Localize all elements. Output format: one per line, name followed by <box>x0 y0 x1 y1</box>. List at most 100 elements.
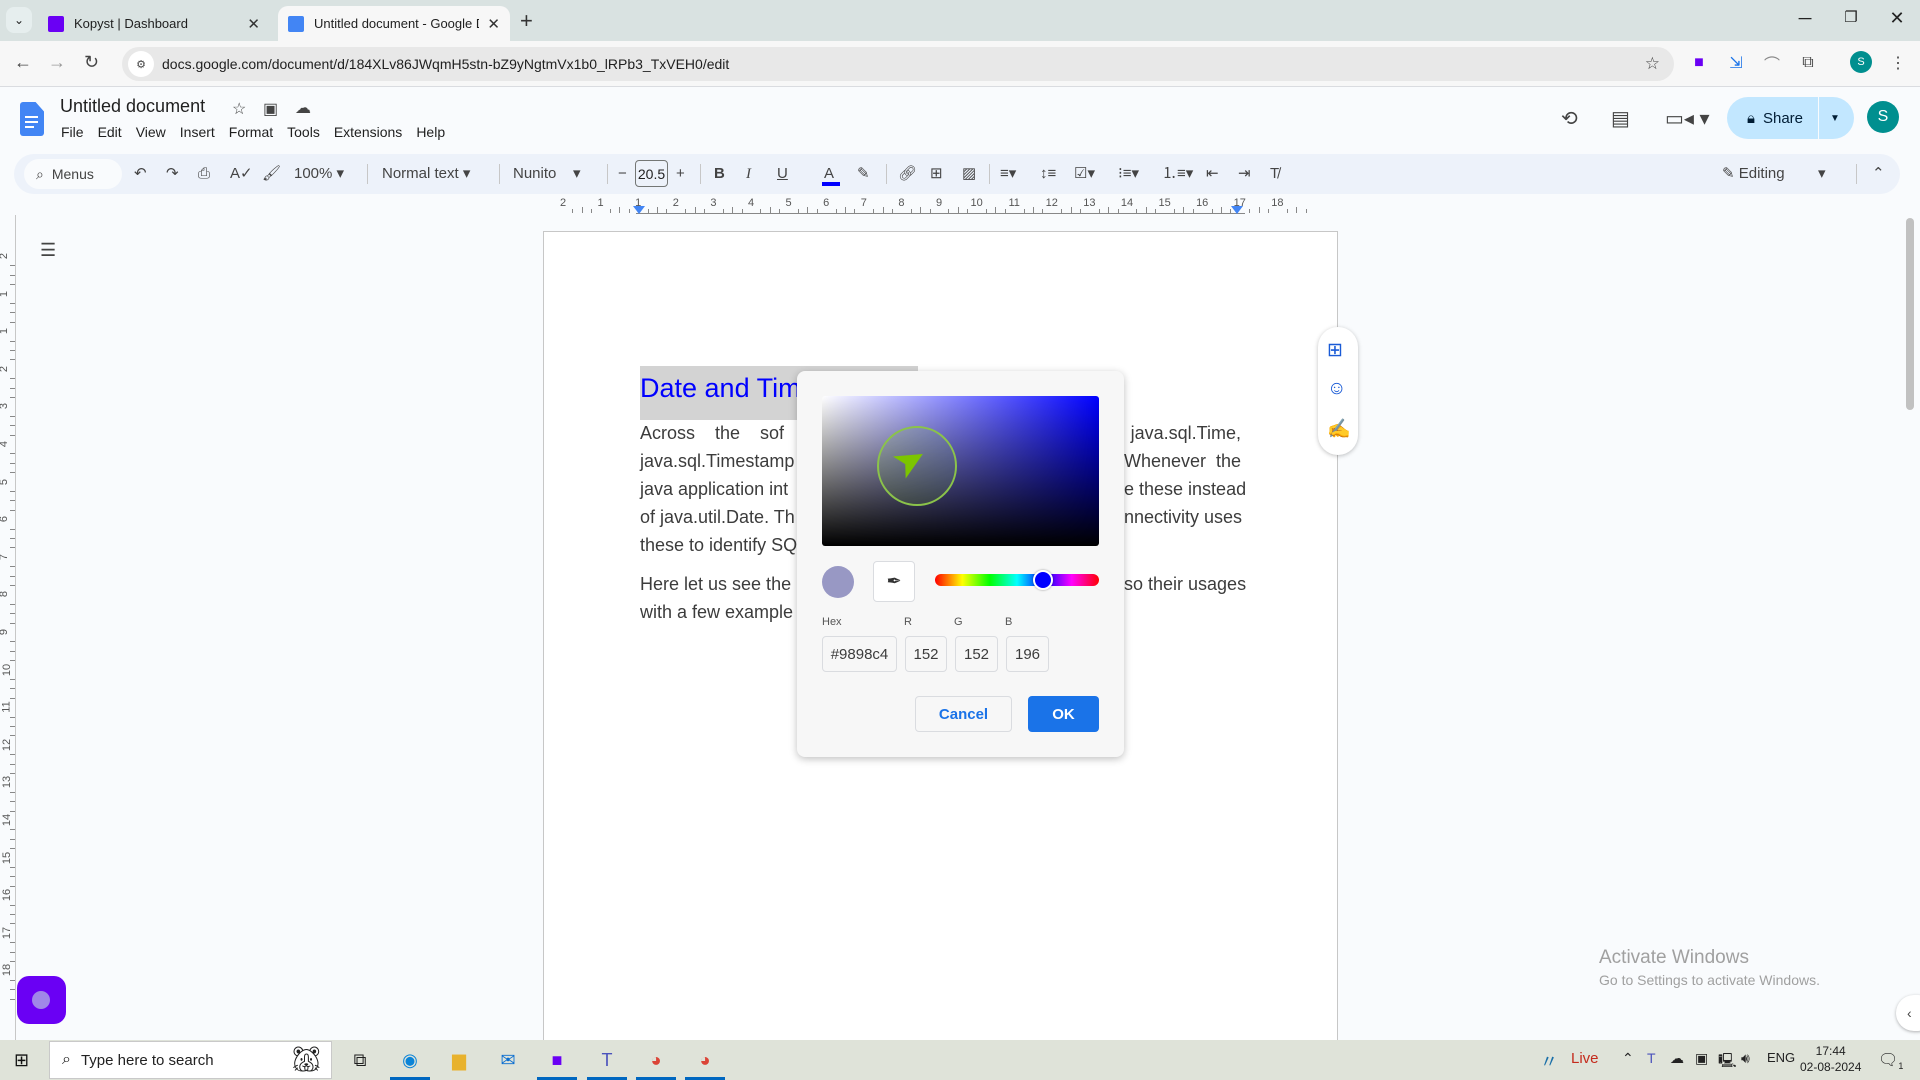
kopyst-taskbar-icon[interactable]: ■ <box>537 1046 577 1080</box>
saturation-value-picker[interactable]: ➤ <box>822 396 1099 546</box>
share-button[interactable]: 🔒︎ Share ▼ <box>1727 97 1854 139</box>
forward-icon[interactable]: → <box>48 52 66 73</box>
teams-tray-icon[interactable]: T <box>1647 1050 1656 1066</box>
edge-icon[interactable]: ◉ <box>390 1046 430 1080</box>
close-tab-icon[interactable]: ✕ <box>487 15 500 33</box>
tab-kopyst[interactable]: Kopyst | Dashboard ✕ <box>38 6 270 41</box>
hue-slider-thumb[interactable] <box>1033 570 1054 590</box>
reader-extension-icon[interactable]: ⇲ <box>1724 51 1748 75</box>
font-select[interactable]: Nunito ▾ <box>513 164 603 184</box>
mail-icon[interactable]: ✉ <box>494 1046 522 1074</box>
minimize-button[interactable]: ─ <box>1785 8 1825 29</box>
right-indent-marker[interactable] <box>1231 206 1243 214</box>
maximize-button[interactable]: ❐ <box>1831 8 1871 26</box>
weather-icon[interactable]: 〃 <box>1540 1048 1558 1074</box>
increase-font-size-icon[interactable]: + <box>676 164 685 184</box>
site-info-icon[interactable]: ⚙ <box>128 51 154 77</box>
paint-format-icon[interactable]: 🖌︎ <box>262 164 281 184</box>
vertical-scrollbar[interactable] <box>1906 218 1914 410</box>
undo-icon[interactable]: ↶ <box>134 164 147 184</box>
kopyst-extension-icon[interactable]: ■ <box>1687 51 1711 75</box>
print-icon[interactable]: ⎙ <box>198 164 210 184</box>
bookmark-star-icon[interactable]: ☆ <box>1645 54 1660 74</box>
bold-icon[interactable]: B <box>714 164 725 184</box>
window-close-button[interactable]: ✕ <box>1877 8 1917 29</box>
insert-image-icon[interactable]: ▨ <box>962 164 976 184</box>
side-panel-toggle[interactable]: ‹ <box>1896 995 1920 1031</box>
add-comment-icon[interactable]: ⊞ <box>930 164 943 184</box>
hue-slider[interactable] <box>935 570 1099 590</box>
redo-icon[interactable]: ↷ <box>166 164 179 184</box>
decrease-indent-icon[interactable]: ⇤ <box>1206 164 1219 184</box>
kopyst-floating-button[interactable] <box>17 976 66 1024</box>
tab-search-button[interactable]: ⌄ <box>6 7 32 33</box>
reload-icon[interactable]: ↻ <box>84 52 99 73</box>
tab-google-docs[interactable]: Untitled document - Google Do ✕ <box>278 6 510 41</box>
cloud-saved-icon[interactable]: ☁ <box>295 98 311 118</box>
style-select[interactable]: Normal text ▾ <box>382 164 494 184</box>
share-dropdown-icon[interactable]: ▼ <box>1830 113 1840 124</box>
underline-icon[interactable]: U <box>777 164 788 184</box>
windows-start-icon[interactable]: ⊞ <box>14 1050 29 1071</box>
onedrive-icon[interactable]: ☁ <box>1670 1050 1684 1067</box>
add-comment-icon[interactable]: ⊞ <box>1327 339 1343 362</box>
task-view-icon[interactable]: ⧉ <box>346 1046 374 1074</box>
back-icon[interactable]: ← <box>14 52 32 73</box>
notifications-icon[interactable]: 🗨︎1 <box>1878 1050 1903 1071</box>
taskbar-search-box[interactable]: ⌕ Type here to search 🐹︎ <box>49 1041 332 1079</box>
emoji-reaction-icon[interactable]: ☺ <box>1327 378 1346 400</box>
menu-help[interactable]: Help <box>416 124 445 140</box>
google-docs-logo[interactable] <box>20 102 44 136</box>
blue-input[interactable] <box>1006 636 1049 672</box>
account-avatar[interactable]: S <box>1867 101 1899 133</box>
chrome-profile-s-icon[interactable]: ◕ <box>685 1046 725 1080</box>
close-tab-icon[interactable]: ✕ <box>247 15 260 33</box>
comments-icon[interactable]: ▤ <box>1611 106 1630 131</box>
red-input[interactable] <box>905 636 947 672</box>
checklist-icon[interactable]: ☑▾ <box>1074 164 1095 184</box>
align-icon[interactable]: ≡▾ <box>1000 164 1016 184</box>
highlight-icon[interactable]: ✎ <box>857 164 870 184</box>
menu-insert[interactable]: Insert <box>180 124 215 140</box>
cancel-button[interactable]: Cancel <box>915 696 1012 732</box>
menu-view[interactable]: View <box>136 124 166 140</box>
version-history-icon[interactable]: ⟲ <box>1561 106 1578 131</box>
eyedropper-button[interactable]: ✒ <box>873 561 915 602</box>
search-menus-button[interactable]: ⌕ Menus <box>24 159 122 189</box>
collapse-toolbar-icon[interactable]: ⌃ <box>1872 164 1885 184</box>
volume-icon[interactable]: 🔊︎ <box>1741 1050 1750 1067</box>
clear-formatting-icon[interactable]: T̸ <box>1270 164 1279 184</box>
vertical-ruler[interactable]: 21123456789101112131415161718 <box>0 215 16 1040</box>
left-indent-marker[interactable] <box>633 206 645 214</box>
menu-extensions[interactable]: Extensions <box>334 124 402 140</box>
show-hidden-icons[interactable]: ⌃ <box>1622 1050 1634 1067</box>
zoom-select[interactable]: 100% ▾ <box>294 164 344 184</box>
network-icon[interactable]: 🖳︎ <box>1718 1050 1737 1074</box>
teams-icon[interactable]: T <box>587 1046 627 1080</box>
text-color-icon[interactable]: A <box>824 164 834 184</box>
clock[interactable]: 17:44 02-08-2024 <box>1800 1043 1861 1075</box>
file-explorer-icon[interactable]: ▆ <box>445 1046 473 1074</box>
extensions-puzzle-icon[interactable]: ⧉ <box>1796 51 1820 75</box>
bulleted-list-icon[interactable]: ⁝≡▾ <box>1118 164 1139 184</box>
more-menu-icon[interactable]: ⋮ <box>1886 51 1910 75</box>
insert-link-icon[interactable]: 🔗︎ <box>898 164 917 184</box>
line-spacing-icon[interactable]: ↕≡ <box>1040 164 1056 184</box>
new-tab-button[interactable]: + <box>520 8 533 34</box>
menu-tools[interactable]: Tools <box>287 124 320 140</box>
menu-edit[interactable]: Edit <box>98 124 122 140</box>
menu-file[interactable]: File <box>61 124 84 140</box>
chrome-profile-a-icon[interactable]: ◕ <box>636 1046 676 1080</box>
italic-icon[interactable]: I <box>746 164 751 184</box>
spellcheck-icon[interactable]: A✓ <box>230 164 253 184</box>
ok-button[interactable]: OK <box>1028 696 1099 732</box>
document-outline-icon[interactable]: ☰ <box>40 240 56 261</box>
star-icon[interactable]: ☆ <box>232 99 246 119</box>
camera-icon[interactable]: ▣ <box>1695 1050 1708 1067</box>
decrease-font-size-icon[interactable]: − <box>618 164 627 184</box>
move-folder-icon[interactable]: ▣ <box>263 99 278 119</box>
editing-mode-select[interactable]: ✎ Editing ▾ <box>1722 164 1852 184</box>
address-bar[interactable]: ⚙ docs.google.com/document/d/184XLv86JWq… <box>122 47 1674 81</box>
numbered-list-icon[interactable]: ⒈≡▾ <box>1162 164 1193 184</box>
font-size-input[interactable] <box>635 160 668 187</box>
